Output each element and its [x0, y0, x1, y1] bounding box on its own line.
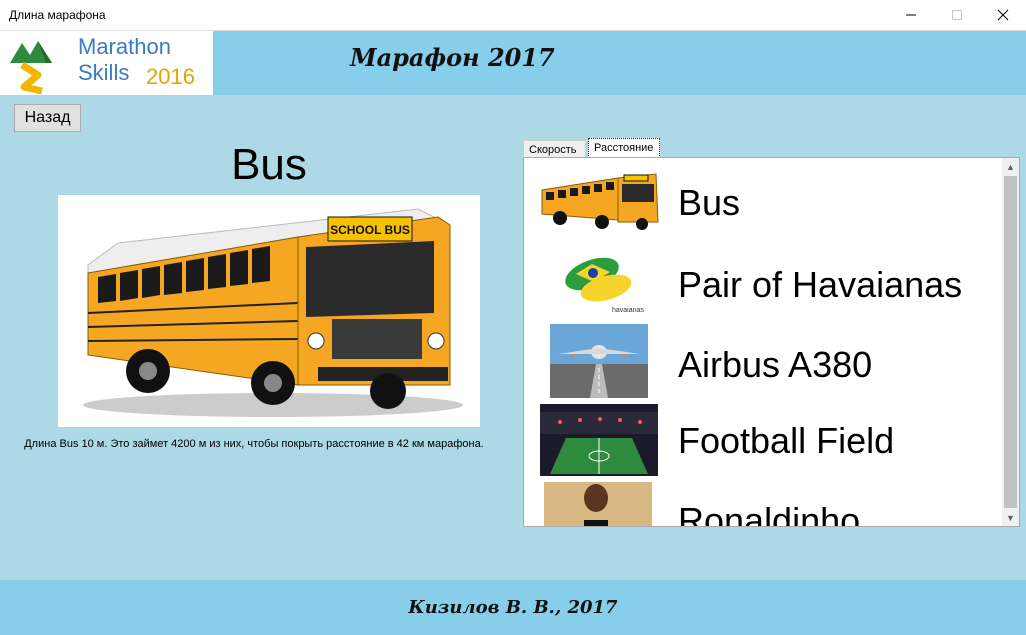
list-item-havaianas[interactable]: havaianas Pair of Havaianas [524, 240, 1002, 318]
window-title: Длина марафона [9, 8, 106, 22]
logo-year-text: 2016 [146, 64, 195, 89]
list-item-football-field[interactable]: Football Field [524, 402, 1002, 480]
list-item-label: Ronaldinho [678, 500, 861, 527]
close-button[interactable] [980, 0, 1026, 30]
airbus-thumbnail-icon [550, 324, 648, 398]
football-field-thumbnail-icon [540, 404, 658, 476]
selected-item-image: SCHOOL BUS [58, 195, 480, 427]
footer-credits: Кизилов В. В., 2017 [408, 597, 618, 618]
school-bus-image: SCHOOL BUS [83, 208, 463, 417]
havaianas-thumbnail-icon: havaianas [554, 248, 644, 314]
list-item-label: Pair of Havaianas [678, 264, 963, 305]
scroll-thumb[interactable] [1004, 176, 1017, 508]
minimize-icon [906, 14, 916, 16]
back-button[interactable]: Назад [14, 104, 81, 132]
maximize-button[interactable] [934, 0, 980, 30]
chevron-down-icon: ▼ [1006, 512, 1015, 523]
close-icon [997, 9, 1009, 21]
list-item-ronaldinho[interactable]: Ronaldinho [524, 482, 1002, 527]
list-item-label: Airbus A380 [678, 344, 873, 385]
window-titlebar: Длина марафона [0, 0, 1026, 31]
havaianas-brand-text: havaianas [612, 307, 644, 314]
bus-thumbnail-icon [538, 168, 662, 234]
logo-skills-text: Skills [78, 60, 130, 85]
header-title: Марафон 2017 [350, 43, 555, 72]
selected-item-title: Bus [231, 140, 307, 189]
maximize-icon [952, 10, 962, 20]
list-item-label: Football Field [678, 420, 895, 461]
scroll-up-button[interactable]: ▲ [1002, 158, 1019, 175]
list-item-airbus[interactable]: Airbus A380 [524, 322, 1002, 400]
logo-marathon-text: Marathon [78, 34, 171, 59]
minimize-button[interactable] [888, 0, 934, 30]
list-item-bus[interactable]: Bus [524, 158, 1002, 236]
tab-speed[interactable]: Скорость [523, 140, 586, 158]
chevron-up-icon: ▲ [1006, 161, 1015, 172]
list-scrollbar[interactable]: ▲ ▼ [1002, 158, 1019, 526]
marathon-skills-logo: Marathon Skills 2016 [0, 31, 213, 95]
list-item-label: Bus [678, 182, 741, 223]
distance-description: Длина Bus 10 м. Это займет 4200 м из них… [24, 438, 484, 450]
mountains-logo-icon [10, 41, 52, 95]
ronaldinho-thumbnail-icon [544, 482, 652, 526]
tab-distance[interactable]: Расстояние [588, 138, 660, 158]
bus-sign-text: SCHOOL BUS [330, 223, 410, 237]
scroll-down-button[interactable]: ▼ [1002, 509, 1019, 526]
items-list[interactable]: Bus havaianas Pair of Havaianas Airbus A… [523, 157, 1020, 527]
